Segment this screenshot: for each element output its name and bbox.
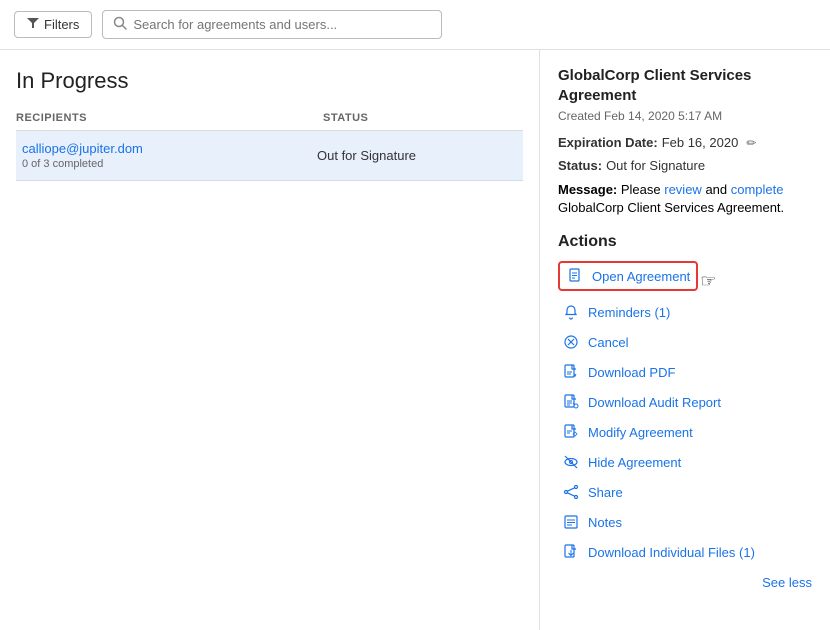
bell-icon	[562, 303, 580, 321]
status-cell: Out for Signature	[317, 148, 517, 163]
hide-icon	[562, 453, 580, 471]
cursor-icon: ☞	[700, 271, 716, 292]
reminders-action[interactable]: Reminders (1)	[558, 297, 812, 327]
message-row: Message: Please review and complete Glob…	[558, 181, 812, 217]
see-less-link[interactable]: See less	[558, 575, 812, 590]
audit-icon	[562, 393, 580, 411]
download-pdf-action[interactable]: Download PDF	[558, 357, 812, 387]
edit-icon[interactable]: ✏	[746, 136, 756, 150]
download-individual-action[interactable]: Download Individual Files (1)	[558, 537, 812, 567]
modify-agreement-action[interactable]: Modify Agreement	[558, 417, 812, 447]
col-status-header: STATUS	[323, 112, 523, 124]
hide-agreement-action[interactable]: Hide Agreement	[558, 447, 812, 477]
reminders-label: Reminders (1)	[588, 305, 670, 320]
notes-action[interactable]: Notes	[558, 507, 812, 537]
cancel-icon	[562, 333, 580, 351]
filter-icon	[27, 17, 39, 32]
modify-agreement-label: Modify Agreement	[588, 425, 693, 440]
expiration-value: Feb 16, 2020	[662, 135, 739, 150]
open-agreement-action[interactable]: Open Agreement	[558, 261, 698, 291]
message-link-complete[interactable]: complete	[731, 182, 784, 197]
status-label: Status:	[558, 158, 602, 173]
message-label: Message:	[558, 182, 617, 197]
modify-icon	[562, 423, 580, 441]
share-action[interactable]: Share	[558, 477, 812, 507]
created-date: Created Feb 14, 2020 5:17 AM	[558, 109, 812, 123]
right-panel: GlobalCorp Client Services Agreement Cre…	[540, 50, 830, 630]
pdf-icon	[562, 363, 580, 381]
expiration-row: Expiration Date: Feb 16, 2020 ✏	[558, 135, 812, 150]
table-row[interactable]: calliope@jupiter.dom 0 of 3 completed Ou…	[16, 131, 523, 181]
col-recipients-header: RECIPIENTS	[16, 112, 323, 124]
main-layout: In Progress RECIPIENTS STATUS calliope@j…	[0, 50, 830, 630]
cancel-action[interactable]: Cancel	[558, 327, 812, 357]
share-icon	[562, 483, 580, 501]
filter-button[interactable]: Filters	[14, 11, 92, 38]
search-box	[102, 10, 442, 39]
actions-title: Actions	[558, 233, 812, 251]
document-icon	[566, 267, 584, 285]
message-link-review[interactable]: review	[664, 182, 702, 197]
filter-label: Filters	[44, 17, 79, 32]
download-files-icon	[562, 543, 580, 561]
agreement-title: GlobalCorp Client Services Agreement	[558, 66, 812, 105]
page-title: In Progress	[16, 68, 523, 94]
recipient-count: 0 of 3 completed	[22, 158, 317, 170]
status-row: Status: Out for Signature	[558, 158, 812, 173]
left-panel: In Progress RECIPIENTS STATUS calliope@j…	[0, 50, 540, 630]
toolbar: Filters	[0, 0, 830, 50]
recipient-email: calliope@jupiter.dom	[22, 141, 317, 156]
notes-icon	[562, 513, 580, 531]
search-input[interactable]	[133, 17, 431, 32]
cancel-label: Cancel	[588, 335, 628, 350]
hide-agreement-label: Hide Agreement	[588, 455, 681, 470]
notes-label: Notes	[588, 515, 622, 530]
search-icon	[113, 16, 127, 33]
expiration-label: Expiration Date:	[558, 135, 658, 150]
download-audit-action[interactable]: Download Audit Report	[558, 387, 812, 417]
download-audit-label: Download Audit Report	[588, 395, 721, 410]
open-agreement-label: Open Agreement	[592, 269, 690, 284]
status-value: Out for Signature	[606, 158, 705, 173]
share-label: Share	[588, 485, 623, 500]
table-header: RECIPIENTS STATUS	[16, 112, 523, 131]
download-pdf-label: Download PDF	[588, 365, 675, 380]
download-individual-label: Download Individual Files (1)	[588, 545, 755, 560]
recipient-info: calliope@jupiter.dom 0 of 3 completed	[22, 141, 317, 170]
